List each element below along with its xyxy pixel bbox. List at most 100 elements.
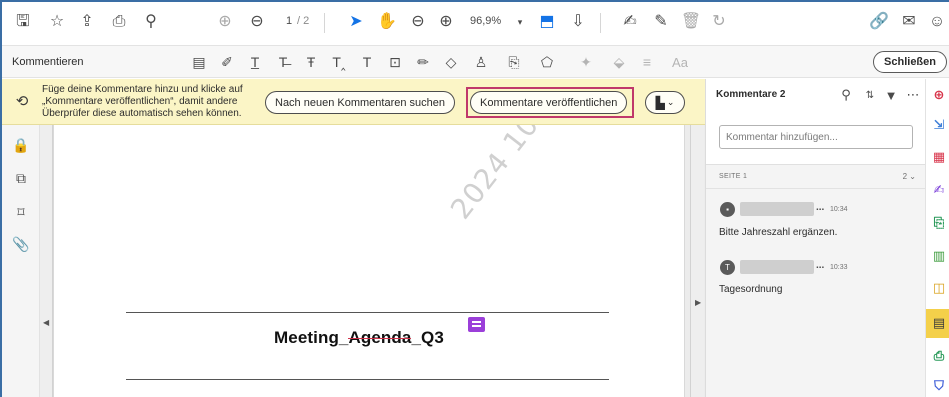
attach-icon[interactable]: ⎘ (504, 52, 524, 72)
export-pdf-icon[interactable]: ⇲ (929, 115, 949, 135)
search-icon[interactable]: ⚲ (837, 86, 855, 104)
bottom-rule (126, 379, 609, 380)
document-page: 2024 10:29:00 Meeting_Agenda_Q3 (54, 125, 684, 397)
shared-review-icon: ⟲ (15, 93, 29, 110)
note-avatar-icon: ▪ (720, 202, 735, 217)
comment-item[interactable]: T ... 10:33 Tagesordnung (706, 256, 926, 330)
publish-notice-bar: ⟲ Füge deine Kommentare hinzu und klicke… (2, 79, 705, 125)
bookmark-icon[interactable]: ⌑ (11, 202, 31, 222)
add-text-icon[interactable]: T (357, 52, 377, 72)
strikethrough-text-icon[interactable]: T̶ (273, 52, 293, 72)
more-options-icon[interactable]: ⋯ (904, 86, 922, 104)
document-status-icon: ▙ (655, 95, 665, 110)
zoom-search-icon[interactable]: ⚲ (140, 11, 162, 33)
close-comment-button[interactable]: Schließen (873, 51, 947, 73)
insert-text-icon[interactable]: T‸ (329, 52, 349, 72)
left-pane-toggle[interactable]: ◀ (40, 125, 53, 397)
account-icon[interactable]: ☺ (926, 11, 948, 33)
review-options-dropdown[interactable]: ▙ ⌄ (645, 91, 685, 114)
pin-icon[interactable]: ✦ (576, 52, 596, 72)
zoom-dropdown-icon[interactable]: ▾ (509, 11, 531, 33)
fit-page-icon[interactable]: ⬒ (536, 11, 558, 33)
title-struck-word: Agenda (348, 328, 412, 347)
top-rule (126, 312, 609, 313)
page-section-count: 2 ⌄ (902, 172, 916, 181)
replace-text-icon[interactable]: Ŧ (301, 52, 321, 72)
comment-time: 10:33 (830, 264, 848, 271)
sticky-note-icon[interactable]: ▤ (189, 52, 209, 72)
comment-marker-icon[interactable] (468, 317, 485, 332)
fill-sign-icon[interactable]: ✍ (929, 180, 949, 200)
comment-more-icon[interactable]: ... (816, 202, 824, 213)
main-toolbar: 🖫 ☆ ⇪ ⎙ ⚲ ⊕ ⊖ 1 / 2 ➤ ✋ ⊖ ⊕ 96,9% ▾ ⬒ ⇩ … (2, 2, 949, 46)
document-viewport: ◀ 2024 10:29:00 Meeting_Agenda_Q3 (40, 125, 705, 397)
zoom-in-icon[interactable]: ⊕ (435, 11, 457, 33)
upload-cloud-icon[interactable]: ⇪ (76, 11, 98, 33)
text-box-icon[interactable]: ⊡ (385, 52, 405, 72)
pencil-icon[interactable]: ✏ (413, 52, 433, 72)
comments-count-title: Kommentare 2 (716, 89, 786, 100)
redacted-author-name (740, 260, 814, 274)
notice-text: Füge deine Kommentare hinzu und klicke a… (42, 84, 243, 119)
redacted-author-name (740, 202, 814, 216)
create-pdf-icon[interactable]: ⊕ (929, 85, 949, 105)
page-down-icon[interactable]: ⊖ (246, 11, 268, 33)
highlight-icon[interactable]: ✐ (217, 52, 237, 72)
chevron-down-icon: ⌄ (666, 97, 675, 107)
shield-icon[interactable]: ⛉ (929, 376, 949, 396)
stamp-edit-icon[interactable]: ✎ (650, 11, 672, 33)
comments-list: SEITE 1 2 ⌄ ▪ ... 10:34 Bitte Jahreszahl… (706, 164, 926, 397)
organize-pages-icon[interactable]: ▦ (929, 147, 949, 167)
zoom-level[interactable]: 96,9% (470, 15, 501, 27)
add-comment-input[interactable]: Kommentar hinzufügen... (719, 125, 913, 149)
search-new-comments-button[interactable]: Nach neuen Kommentaren suchen (265, 91, 455, 114)
sign-icon[interactable]: ✍ (619, 11, 641, 33)
bookmark-star-icon[interactable]: ☆ (46, 11, 68, 33)
chevron-right-icon: ▶ (695, 298, 702, 307)
compress-icon[interactable]: ▥ (929, 246, 949, 266)
print-icon[interactable]: ⎙ (108, 11, 130, 33)
date-watermark: 2024 10:29:00 (444, 125, 605, 226)
protect-icon[interactable]: ◫ (929, 278, 949, 298)
toolbar-divider (600, 13, 601, 33)
shapes-icon[interactable]: ⬠ (537, 52, 557, 72)
save-icon[interactable]: 🖫 (12, 11, 34, 33)
right-pane-toggle[interactable]: ▶ (690, 125, 704, 397)
print-production-icon[interactable]: ⎙ (929, 346, 949, 366)
underline-text-icon[interactable]: T̲ (245, 52, 265, 72)
fill-color-icon[interactable]: ⬙ (609, 52, 629, 72)
comment-text: Tagesordnung (719, 284, 783, 295)
page-section-header[interactable]: SEITE 1 2 ⌄ (706, 165, 926, 189)
line-style-icon[interactable]: ≡ (637, 52, 657, 72)
eraser-icon[interactable]: ◇ (441, 52, 461, 72)
email-icon[interactable]: ✉ (898, 11, 920, 33)
comment-time: 10:34 (830, 206, 848, 213)
comments-panel-header: Kommentare 2 ⚲ ⇅ ▼ ⋯ (706, 79, 926, 111)
scroll-mode-icon[interactable]: ⇩ (567, 11, 589, 33)
publish-comments-button[interactable]: Kommentare veröffentlichen (470, 91, 628, 114)
link-share-icon[interactable]: 🔗 (868, 11, 890, 33)
scan-ocr-icon[interactable]: ⎘ (929, 213, 949, 233)
title-prefix: Meeting_ (274, 328, 349, 347)
stamp-icon[interactable]: ♙ (471, 52, 491, 72)
comment-tool-icon[interactable]: ▤ (929, 313, 949, 333)
attachment-icon[interactable]: 📎 (11, 234, 31, 254)
pointer-icon[interactable]: ➤ (345, 11, 367, 33)
comment-more-icon[interactable]: ... (816, 260, 824, 271)
delete-icon[interactable]: 🗑 (680, 11, 702, 33)
font-size-icon[interactable]: Aa (666, 52, 694, 72)
app-window: 🖫 ☆ ⇪ ⎙ ⚲ ⊕ ⊖ 1 / 2 ➤ ✋ ⊖ ⊕ 96,9% ▾ ⬒ ⇩ … (0, 0, 949, 397)
zoom-out-icon[interactable]: ⊖ (407, 11, 429, 33)
pages-icon[interactable]: ⧉ (11, 168, 31, 188)
document-title: Meeting_Agenda_Q3 (274, 328, 444, 348)
redo-icon[interactable]: ↻ (708, 11, 730, 33)
sort-icon[interactable]: ⇅ (861, 86, 879, 104)
comment-toolbar-title: Kommentieren (12, 56, 84, 68)
filter-icon[interactable]: ▼ (882, 86, 900, 104)
hand-icon[interactable]: ✋ (376, 11, 398, 33)
page-up-icon[interactable]: ⊕ (214, 11, 236, 33)
page-current[interactable]: 1 (286, 15, 292, 27)
toolbar-divider (324, 13, 325, 33)
lock-icon[interactable]: 🔒 (11, 135, 31, 155)
text-edit-avatar-icon: T (720, 260, 735, 275)
